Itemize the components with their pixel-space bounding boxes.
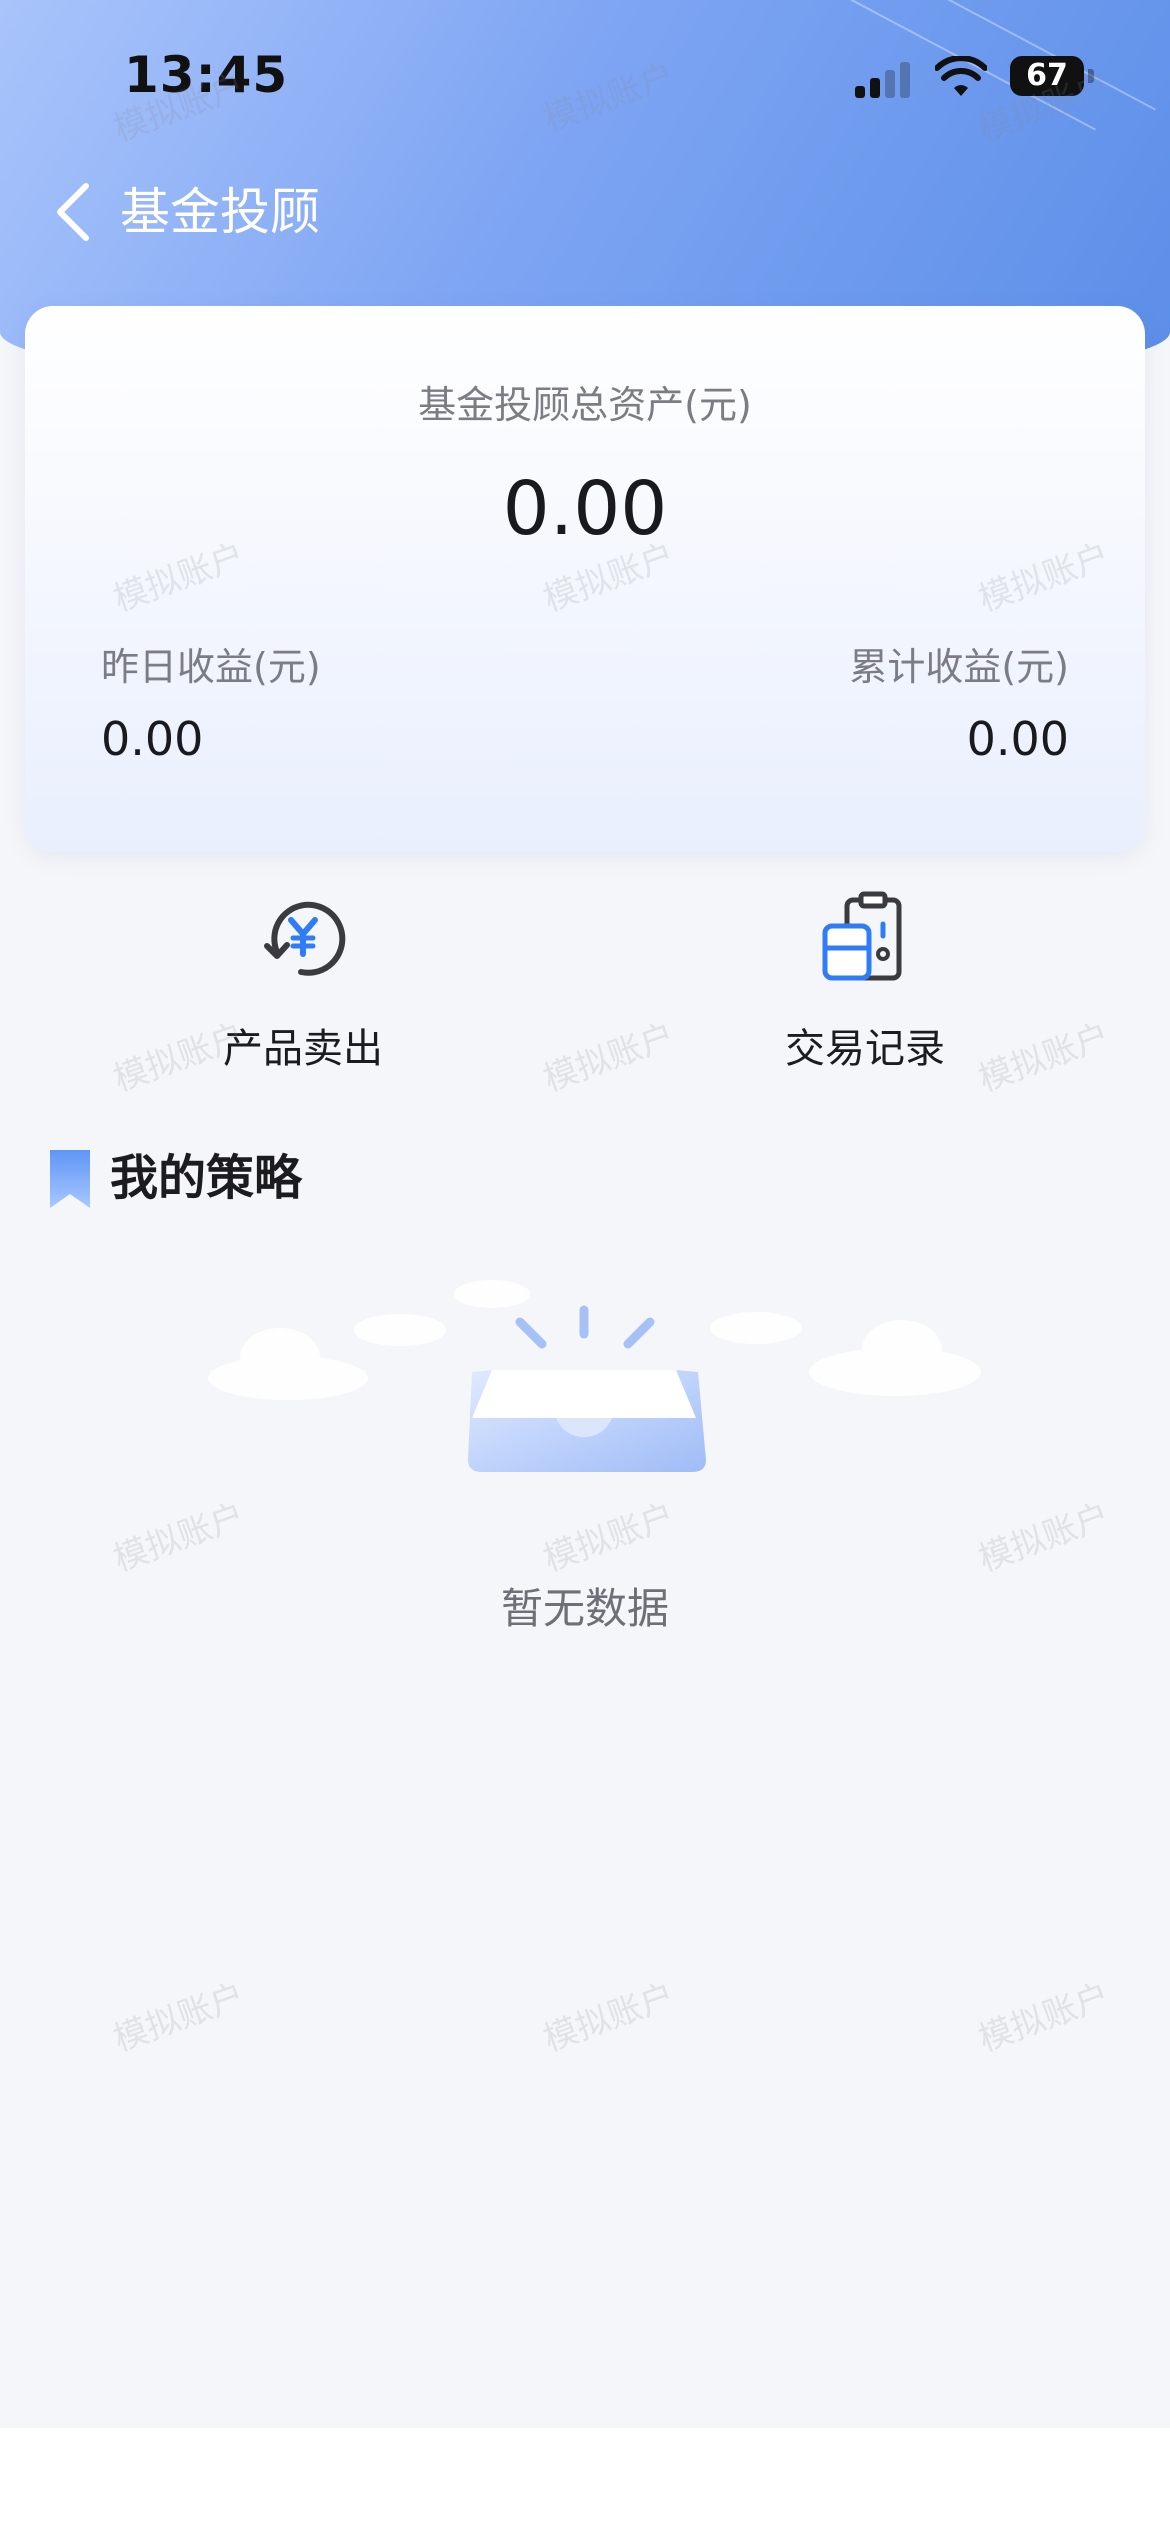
- wifi-icon: [935, 56, 987, 96]
- watermark: 模拟账户: [538, 1015, 680, 1100]
- sell-product-button[interactable]: 产品卖出: [153, 890, 453, 1080]
- transaction-record-icon: [822, 891, 902, 981]
- cumulative-earnings-label: 累计收益(元): [849, 645, 1069, 689]
- navigation-bar: 基金投顾: [0, 160, 1170, 260]
- yesterday-earnings-value: 0.00: [101, 712, 204, 766]
- status-bar: 13:45 67: [0, 0, 1170, 150]
- transaction-record-label: 交易记录: [785, 1026, 945, 1072]
- watermark: 模拟账户: [538, 1975, 680, 2060]
- watermark: 模拟账户: [973, 1495, 1115, 1580]
- total-assets-value: 0.00: [502, 466, 668, 552]
- battery-icon: 67: [1010, 56, 1084, 96]
- empty-box-illustration: [208, 1280, 981, 1472]
- bookmark-icon: [50, 1150, 90, 1208]
- empty-state-text: 暂无数据: [500, 1584, 669, 1633]
- strategy-section-title: 我的策略: [110, 1150, 303, 1206]
- redeem-yen-icon: [264, 901, 346, 976]
- cellular-signal-icon: [855, 60, 915, 98]
- watermark: 模拟账户: [108, 1975, 250, 2060]
- back-arrow-icon[interactable]: [50, 180, 100, 244]
- status-time: 13:45: [124, 46, 289, 104]
- yesterday-earnings-label: 昨日收益(元): [101, 645, 321, 689]
- total-assets-label: 基金投顾总资产(元): [418, 383, 752, 427]
- battery-cap: [1088, 69, 1094, 83]
- watermark: 模拟账户: [973, 1975, 1115, 2060]
- asset-summary-card: 基金投顾总资产(元) 0.00 昨日收益(元) 0.00 累计收益(元) 0.0…: [25, 306, 1145, 852]
- page-title: 基金投顾: [120, 183, 320, 241]
- transaction-record-button[interactable]: 交易记录: [715, 890, 1015, 1080]
- bottom-safe-area: [0, 2428, 1170, 2532]
- sell-product-label: 产品卖出: [223, 1026, 383, 1072]
- cumulative-earnings-value: 0.00: [966, 712, 1069, 766]
